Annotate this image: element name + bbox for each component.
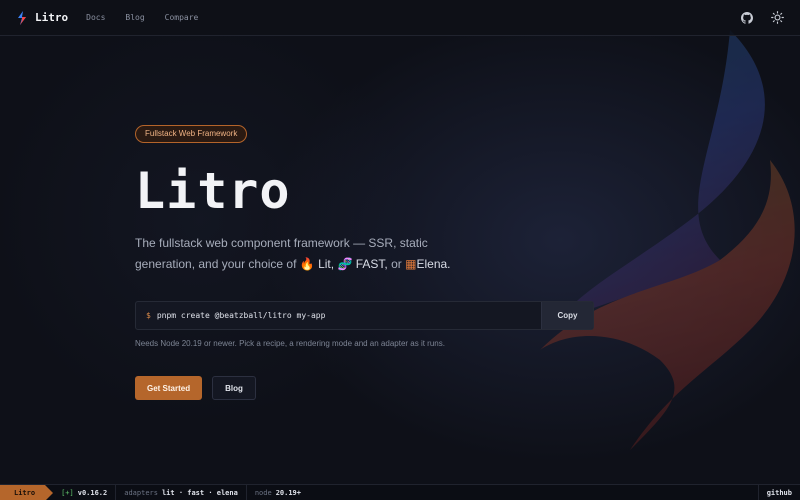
litro-logo-icon [18,10,26,25]
framework-elena: Elena. [416,257,451,271]
hero-badge: Fullstack Web Framework [135,125,248,143]
status-brand: Litro [0,484,54,500]
command-prompt: $ [146,311,151,320]
install-hint: Needs Node 20.19 or newer. Pick a recipe… [135,339,445,348]
get-started-button[interactable]: Get Started [135,376,203,400]
hero-desc-or: or [391,257,402,271]
status-node-key: node [254,488,272,497]
nav-link-blog[interactable]: Blog [125,13,144,22]
status-adapters: adapters lit · fast · elena [116,484,247,500]
status-adapters-key: adapters [124,488,158,497]
framework-lit: Lit, [318,257,335,271]
copy-button[interactable]: Copy [541,302,593,329]
hero-actions: Get Started Blog [135,376,615,400]
nav-link-compare[interactable]: Compare [165,13,199,22]
fast-emoji-icon: 🧬 [337,257,353,271]
nav-link-docs[interactable]: Docs [86,13,105,22]
hero-description: The fullstack web component framework — … [135,233,455,275]
install-command-box: $ pnpm create @beatzball/litro my-app Co… [135,301,594,330]
command-text[interactable]: pnpm create @beatzball/litro my-app [151,311,541,320]
status-plus: [+] [61,488,74,497]
lit-emoji-icon: 🔥 [299,257,315,271]
top-navigation: Litro Docs Blog Compare [0,0,800,36]
status-node-value: 20.19+ [275,488,301,497]
hero-section: Fullstack Web Framework Litro The fullst… [135,123,615,400]
status-github-link[interactable]: github [757,484,800,500]
status-bar: Litro [+] v0.16.2 adapters lit · fast · … [0,484,800,500]
blog-button[interactable]: Blog [212,376,256,400]
hero-title: Litro [135,162,291,220]
status-adapters-value: lit · fast · elena [161,488,238,497]
elena-emoji-icon: ▦ [405,257,417,271]
github-icon[interactable] [740,11,754,25]
status-version: [+] v0.16.2 [45,484,117,500]
status-node: node 20.19+ [247,485,309,500]
brand-name: Litro [35,11,69,24]
status-version-value: v0.16.2 [77,488,108,497]
sun-icon[interactable] [770,11,784,25]
brand[interactable]: Litro [16,10,69,25]
nav-actions [740,11,784,25]
framework-fast: FAST, [355,257,388,271]
